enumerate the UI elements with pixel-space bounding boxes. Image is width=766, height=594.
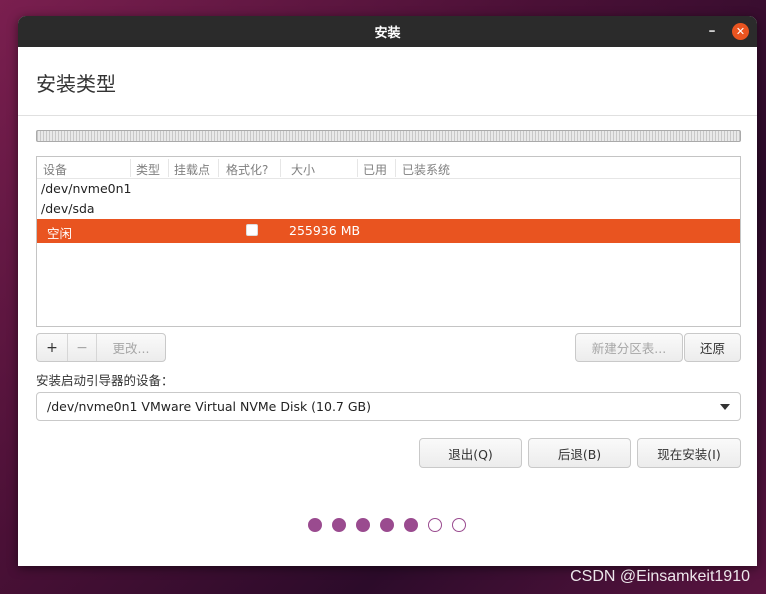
table-row-selected[interactable]: 空闲 255936 MB bbox=[37, 219, 740, 243]
step-dot-completed bbox=[356, 518, 370, 532]
step-progress bbox=[308, 518, 466, 532]
quit-button[interactable]: 退出(Q) bbox=[419, 438, 522, 468]
page-title: 安装类型 bbox=[36, 72, 116, 96]
column-header-type[interactable]: 类型 bbox=[136, 161, 160, 178]
install-now-button[interactable]: 现在安装(I) bbox=[637, 438, 741, 468]
column-divider bbox=[395, 159, 396, 177]
column-header-size[interactable]: 大小 bbox=[291, 161, 315, 178]
table-row[interactable]: /dev/sda bbox=[37, 199, 740, 219]
column-divider bbox=[218, 159, 219, 177]
add-partition-button[interactable]: + bbox=[37, 334, 68, 361]
column-divider bbox=[280, 159, 281, 177]
revert-button[interactable]: 还原 bbox=[684, 333, 741, 362]
bootloader-label: 安装启动引导器的设备： bbox=[36, 373, 174, 388]
chevron-down-icon bbox=[720, 404, 730, 410]
installer-window: 安装 – ✕ 安装类型 设备 类型 挂载点 格式化? 大小 已用 已装系统 /d… bbox=[18, 16, 757, 566]
step-dot-pending bbox=[452, 518, 466, 532]
minimize-icon[interactable]: – bbox=[703, 22, 721, 40]
step-dot-completed bbox=[380, 518, 394, 532]
step-dot-completed bbox=[332, 518, 346, 532]
table-row[interactable]: /dev/nvme0n1 bbox=[37, 179, 740, 199]
column-header-mount[interactable]: 挂载点 bbox=[174, 161, 210, 178]
step-dot-completed bbox=[308, 518, 322, 532]
column-header-format[interactable]: 格式化? bbox=[226, 161, 268, 178]
window-title: 安装 bbox=[374, 26, 401, 41]
step-dot-pending bbox=[428, 518, 442, 532]
new-partition-table-button[interactable]: 新建分区表... bbox=[575, 333, 683, 362]
column-divider bbox=[357, 159, 358, 177]
column-divider bbox=[168, 159, 169, 177]
remove-partition-button[interactable]: − bbox=[68, 334, 97, 361]
step-dot-completed bbox=[404, 518, 418, 532]
device-name: /dev/sda bbox=[41, 201, 95, 216]
partition-table[interactable]: 设备 类型 挂载点 格式化? 大小 已用 已装系统 /dev/nvme0n1 /… bbox=[36, 156, 741, 327]
change-partition-button[interactable]: 更改... bbox=[97, 334, 165, 361]
device-name: /dev/nvme0n1 bbox=[41, 181, 132, 196]
bootloader-selected-value: /dev/nvme0n1 VMware Virtual NVMe Disk (1… bbox=[47, 399, 371, 414]
table-header: 设备 类型 挂载点 格式化? 大小 已用 已装系统 bbox=[37, 157, 740, 179]
bootloader-device-select[interactable]: /dev/nvme0n1 VMware Virtual NVMe Disk (1… bbox=[36, 392, 741, 421]
partition-actions: + − 更改... bbox=[36, 333, 166, 362]
column-header-os[interactable]: 已装系统 bbox=[402, 161, 450, 178]
column-divider bbox=[130, 159, 131, 177]
back-button[interactable]: 后退(B) bbox=[528, 438, 631, 468]
partition-size: 255936 MB bbox=[289, 223, 361, 238]
format-checkbox[interactable] bbox=[246, 224, 258, 236]
header-divider bbox=[18, 115, 757, 116]
partition-bar bbox=[36, 130, 741, 142]
close-icon[interactable]: ✕ bbox=[732, 23, 749, 40]
device-name: 空闲 bbox=[47, 226, 73, 241]
title-bar: 安装 – ✕ bbox=[18, 16, 757, 47]
column-header-device[interactable]: 设备 bbox=[43, 161, 67, 178]
column-header-used[interactable]: 已用 bbox=[363, 161, 387, 178]
watermark: CSDN @Einsamkeit1910 bbox=[570, 568, 750, 585]
